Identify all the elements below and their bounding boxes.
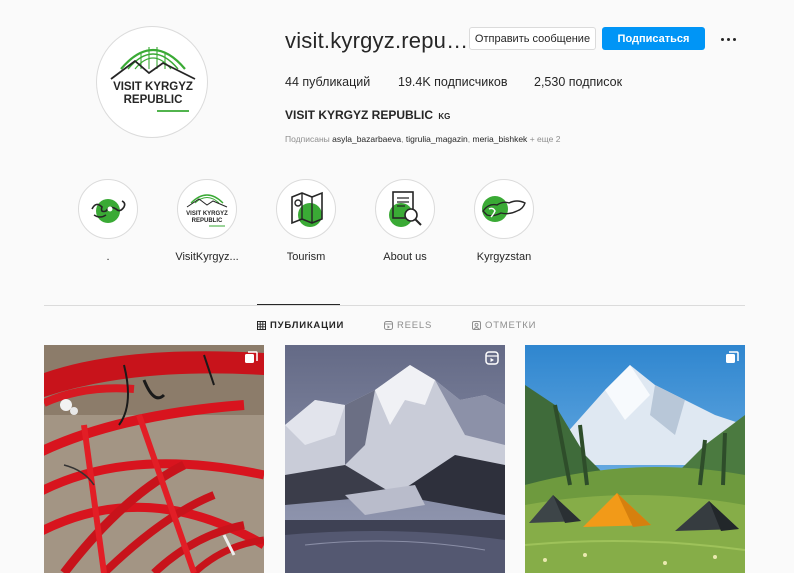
followed-by-prefix: Подписаны <box>285 134 330 144</box>
mountain-lake-photo <box>285 345 505 573</box>
profile-avatar[interactable]: VISIT KYRGYZ REPUBLIC <box>96 26 208 138</box>
grid-icon <box>257 321 266 330</box>
followers-count-label: подписчиков <box>434 75 508 89</box>
highlight-label: . <box>106 251 110 263</box>
profile-full-name: VISIT KYRGYZ REPUBLIC KG <box>285 108 450 122</box>
yurt-photo <box>44 345 264 573</box>
posts-count-label: публикаций <box>302 75 371 89</box>
highlight-cover <box>474 179 534 239</box>
full-name-text: VISIT KYRGYZ REPUBLIC <box>285 108 434 122</box>
post-thumbnail[interactable] <box>525 345 745 573</box>
posts-count: 44 публикаций <box>285 75 370 89</box>
following-count-value: 2,530 <box>534 75 566 89</box>
highlight-item[interactable]: VISIT KYRGYZ REPUBLIC VisitKyrgyz... <box>175 179 239 263</box>
highlight-label: VisitKyrgyz... <box>175 251 239 263</box>
highlight-label: Tourism <box>286 251 326 263</box>
following-count[interactable]: 2,530 подписок <box>534 75 622 89</box>
tab-reels[interactable]: REELS <box>384 320 432 331</box>
follow-button[interactable]: Подписаться <box>602 27 705 50</box>
map-icon <box>291 191 323 227</box>
carousel-icon <box>725 351 739 370</box>
tab-tagged-label: ОТМЕТКИ <box>485 320 537 331</box>
highlight-cover <box>375 179 435 239</box>
followed-by-user[interactable]: asyla_bazarbaeva <box>332 134 401 144</box>
highlight-cover <box>276 179 336 239</box>
reels-icon <box>384 321 393 330</box>
svg-text:REPUBLIC: REPUBLIC <box>124 94 183 106</box>
tagged-icon <box>472 321 481 330</box>
post-thumbnail[interactable] <box>44 345 264 573</box>
highlight-label: Kyrgyzstan <box>476 251 532 263</box>
highlight-item[interactable]: . <box>76 179 140 263</box>
followers-count-value: 19.4K <box>398 75 431 89</box>
carousel-icon <box>244 351 258 370</box>
following-count-label: подписок <box>568 75 623 89</box>
active-tab-indicator <box>257 304 340 305</box>
highlight-label: About us <box>383 251 427 263</box>
followed-by-user[interactable]: tigrulia_magazin <box>406 134 468 144</box>
country-code: KG <box>438 112 451 121</box>
more-options-icon[interactable] <box>716 29 740 49</box>
highlight-item[interactable]: About us <box>373 179 437 263</box>
highlight-item[interactable]: Kyrgyzstan <box>472 179 536 263</box>
posts-count-value: 44 <box>285 75 299 89</box>
highlight-cover: VISIT KYRGYZ REPUBLIC <box>177 179 237 239</box>
tab-reels-label: REELS <box>397 320 433 331</box>
highlight-item[interactable]: Tourism <box>274 179 338 263</box>
brand-logo-icon: VISIT KYRGYZ REPUBLIC <box>186 194 228 227</box>
brand-logo-icon: VISIT KYRGYZ REPUBLIC <box>110 47 196 112</box>
followers-count[interactable]: 19.4K подписчиков <box>398 75 507 89</box>
tabs-divider <box>44 305 745 306</box>
country-map-icon <box>482 196 526 222</box>
followed-by-more[interactable]: + еще 2 <box>530 134 561 144</box>
post-thumbnail[interactable] <box>285 345 505 573</box>
followed-by[interactable]: Подписаны asyla_bazarbaeva, tigrulia_mag… <box>285 134 560 144</box>
camping-tents-photo <box>525 345 745 573</box>
profile-username: visit.kyrgyz.repu… <box>285 28 469 53</box>
tab-posts-label: ПУБЛИКАЦИИ <box>270 320 345 331</box>
tab-posts[interactable]: ПУБЛИКАЦИИ <box>257 320 344 331</box>
svg-text:REPUBLIC: REPUBLIC <box>192 218 223 224</box>
svg-text:VISIT KYRGYZ: VISIT KYRGYZ <box>186 211 228 217</box>
document-search-icon <box>389 191 422 227</box>
svg-text:VISIT KYRGYZ: VISIT KYRGYZ <box>113 81 193 93</box>
highlight-cover <box>78 179 138 239</box>
send-message-button[interactable]: Отправить сообщение <box>469 27 596 50</box>
reels-icon <box>485 351 499 370</box>
tab-tagged[interactable]: ОТМЕТКИ <box>472 320 536 331</box>
kyrgyz-ornament-icon <box>91 199 126 223</box>
followed-by-user[interactable]: meria_bishkek <box>473 134 528 144</box>
